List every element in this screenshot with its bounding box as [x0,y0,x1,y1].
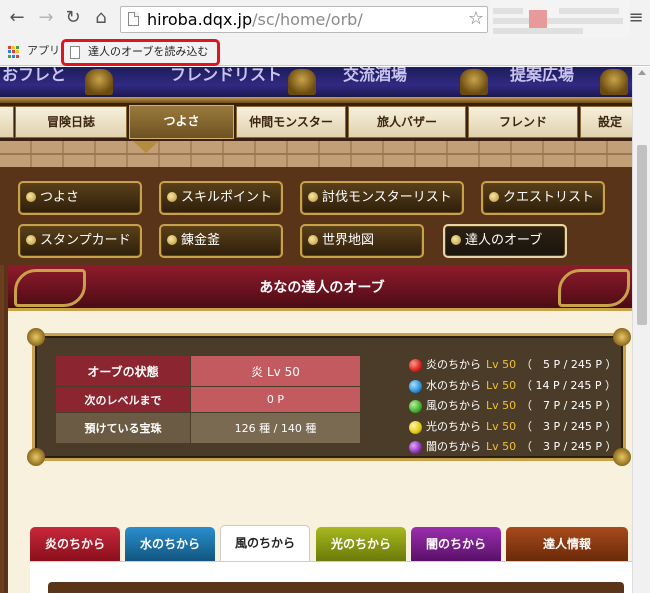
tab-adventure-log[interactable]: 冒険日誌 [15,106,127,138]
back-arrow-icon[interactable]: ← [6,6,28,30]
master-orb-button[interactable]: 達人のオーブ [443,224,567,258]
tab-monsters[interactable]: 仲間モンスター [236,106,346,138]
tab-bazaar[interactable]: 旅人バザー [348,106,466,138]
tab-friends[interactable]: フレンド [468,106,578,138]
tab-settings[interactable]: 設定 [580,106,632,138]
orb-stats-table: オーブの状態 炎 Lv 50 次のレベルまで 0 P 預けている宝珠 126 種… [55,355,361,444]
scroll-thumb[interactable] [637,145,647,325]
page-icon [128,12,139,26]
active-tab-pointer [133,141,159,153]
header-link[interactable]: おフレと [2,67,66,85]
orb-panel: あなの達人のオーブ オーブの状態 炎 Lv 50 次のレベルまで 0 P 預けて… [4,265,632,593]
orb-state-value: 炎 Lv 50 [190,355,361,387]
home-icon[interactable]: ⌂ [90,6,112,30]
site-header: おフレと フレンドリスト 交流酒場 提案広場 [0,67,632,97]
bookmark-orb-loader[interactable]: 達人のオーブを読み込む [61,39,220,66]
tab-wind[interactable]: 風のちから [220,525,310,561]
header-link[interactable]: 提案広場 [510,67,574,85]
tab-water[interactable]: 水のちから [125,527,215,561]
url-text: hiroba.dqx.jp/sc/home/orb/ [147,10,363,29]
light-orb-icon [409,420,422,434]
next-level-label: 次のレベルまで [55,386,191,413]
orb-status-box: オーブの状態 炎 Lv 50 次のレベルまで 0 P 預けている宝珠 126 種… [27,328,631,466]
dark-orb-icon [409,441,422,454]
forward-arrow-icon[interactable]: → [35,6,57,30]
tab-master-info[interactable]: 達人情報 [506,527,628,561]
fire-orb-icon [409,359,422,372]
water-orb-icon [409,379,422,393]
address-bar[interactable]: hiroba.dqx.jp/sc/home/orb/ ☆ [120,6,488,33]
next-level-value: 0 P [190,386,361,413]
page-icon [70,46,80,59]
tab-light[interactable]: 光のちから [316,527,406,561]
header-link[interactable]: 交流酒場 [343,67,407,85]
stored-orbs-label: 預けている宝珠 [55,412,191,444]
stored-orbs-value: 126 種 / 140 種 [190,412,361,444]
tab-content [30,561,632,593]
skill-points-button[interactable]: スキルポイント [159,181,283,215]
wind-orb-icon [409,400,422,413]
extension-area [489,0,629,38]
bookmark-star-icon[interactable]: ☆ [468,8,484,30]
browser-toolbar: ← → ↻ ⌂ hiroba.dqx.jp/sc/home/orb/ ☆ ≡ [0,0,650,38]
bookmarks-bar: アプリ 達人のオーブを読み込む [0,38,650,66]
strength-button[interactable]: つよさ [18,181,142,215]
panel-banner: あなの達人のオーブ [8,265,632,311]
monster-list-button[interactable]: 討伐モンスターリスト [300,181,464,215]
sub-menu: つよさ スキルポイント 討伐モンスターリスト クエストリスト スタンプカード 錬… [0,167,632,265]
apps-icon[interactable] [8,46,20,58]
scroll-up-arrow-icon[interactable] [638,70,646,75]
orb-state-label: オーブの状態 [55,355,191,387]
quest-list-button[interactable]: クエストリスト [481,181,605,215]
panel-title: あなの達人のオーブ [259,280,385,296]
page-viewport: おフレと フレンドリスト 交流酒場 提案広場 冒険日誌 つよさ 仲間モンスター … [0,67,632,593]
category-tabs: 炎のちから 水のちから 風のちから 光のちから 闇のちから 達人情報 [30,525,632,561]
header-link[interactable]: フレンドリスト [170,67,282,85]
reload-icon[interactable]: ↻ [62,6,84,30]
tab-left-edge[interactable] [0,106,14,138]
menu-icon[interactable]: ≡ [627,6,645,30]
bookmark-label: 達人のオーブを読み込む [88,45,209,58]
page-scrollbar[interactable] [632,67,650,593]
tab-dark[interactable]: 闇のちから [411,527,501,561]
global-tabs: 冒険日誌 つよさ 仲間モンスター 旅人バザー フレンド 設定 [0,103,632,141]
tab-fire[interactable]: 炎のちから [30,527,120,561]
stamp-card-button[interactable]: スタンプカード [18,224,142,258]
apps-label[interactable]: アプリ [27,44,60,58]
world-map-button[interactable]: 世界地図 [300,224,424,258]
tab-strength[interactable]: つよさ [129,105,234,139]
alchemy-pot-button[interactable]: 錬金釜 [159,224,283,258]
